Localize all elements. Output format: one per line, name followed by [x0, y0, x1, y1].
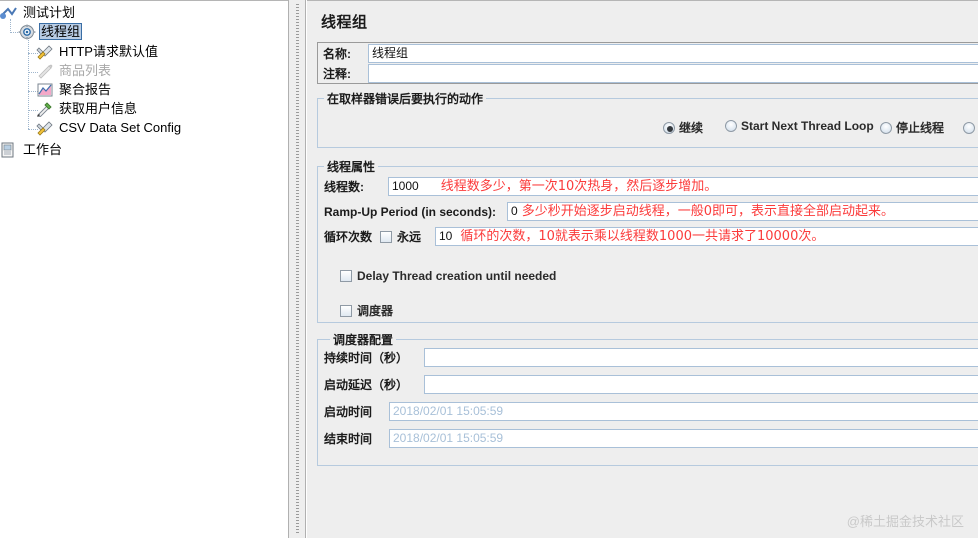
tree-item-label: HTTP请求默认值 [59, 44, 158, 59]
panel-splitter[interactable] [288, 0, 306, 538]
test-plan-icon [0, 5, 18, 21]
radio-stop-test[interactable]: 停 [963, 119, 978, 136]
thread-count-value: 1000 [392, 179, 419, 193]
end-time-label: 结束时间 [324, 432, 373, 446]
tree-item-http-defaults[interactable]: HTTP请求默认值 [36, 43, 160, 60]
tree-item-test-plan[interactable]: 测试计划 [0, 4, 77, 21]
radio-continue[interactable]: 继续 [663, 119, 703, 136]
startup-delay-input[interactable] [424, 375, 978, 394]
tree-connector [10, 19, 11, 33]
sampler-icon [36, 101, 54, 117]
radio-label: 停止线程 [896, 121, 945, 135]
comment-input[interactable] [368, 64, 978, 83]
radio-dot-icon [663, 121, 675, 134]
tree-item-label: 聚合报告 [59, 82, 112, 97]
thread-properties-legend: 线程属性 [324, 158, 379, 175]
splitter-grip [296, 4, 299, 534]
loop-count-input[interactable]: 10 循环的次数，10就表示乘以线程数1000一共请求了10000次。 [435, 227, 978, 246]
start-time-label: 启动时间 [324, 405, 373, 419]
workbench-icon [0, 142, 18, 158]
tree-item-product-list[interactable]: 商品列表 [36, 62, 113, 79]
thread-count-row: 线程数: 1000 线程数多少，第一次10次热身，然后逐步增加。 [324, 177, 978, 196]
tree-item-thread-group[interactable]: 线程组 [18, 23, 83, 40]
comment-label: 注释: [323, 67, 351, 81]
delay-thread-creation-row[interactable]: Delay Thread creation until needed [340, 269, 556, 283]
rampup-row: Ramp-Up Period (in seconds): 0 多少秒开始逐步启动… [324, 202, 978, 221]
loop-count-label: 循环次数 [324, 230, 373, 244]
name-input[interactable]: 线程组 [368, 44, 978, 63]
radio-label: 继续 [679, 121, 704, 135]
loop-count-annotation: 循环的次数，10就表示乘以线程数1000一共请求了10000次。 [460, 229, 825, 244]
scheduler-configuration-legend: 调度器配置 [330, 331, 397, 348]
end-time-row: 结束时间 2018/02/01 15:05:59 [324, 429, 978, 448]
radio-dot-icon [880, 121, 892, 134]
tree-connector [28, 37, 29, 129]
radio-dot-icon [963, 121, 975, 134]
duration-input[interactable] [424, 348, 978, 367]
rampup-input[interactable]: 0 多少秒开始逐步启动线程，一般0即可，表示直接全部启动起来。 [507, 202, 978, 221]
delay-thread-creation-label: Delay Thread creation until needed [357, 269, 557, 283]
radio-dot-icon [725, 120, 737, 132]
thread-properties-group: 线程属性 线程数: 1000 线程数多少，第一次10次热身，然后逐步增加。 Ra… [317, 158, 978, 323]
test-plan-tree-panel[interactable]: 测试计划 线程组 HTTP请求默认值 商品列表 聚合报告 获取用户信息 CSV … [0, 0, 288, 538]
name-row: 名称: 线程组 [318, 43, 978, 64]
radio-label: Start Next Thread Loop [741, 119, 874, 133]
tree-item-aggregate-report[interactable]: 聚合报告 [36, 81, 113, 98]
loop-count-row: 循环次数 永远 10 循环的次数，10就表示乘以线程数1000一共请求了1000… [324, 227, 978, 246]
duration-row: 持续时间（秒） [324, 348, 978, 367]
config-wrench-icon [36, 44, 54, 60]
name-label: 名称: [323, 47, 351, 61]
page-title: 线程组 [321, 14, 368, 31]
delay-thread-creation-checkbox[interactable] [340, 270, 352, 282]
tree-item-label: 商品列表 [59, 63, 112, 78]
tree-item-get-user-info[interactable]: 获取用户信息 [36, 100, 139, 117]
tree-item-label: CSV Data Set Config [59, 120, 182, 135]
tree-item-label: 测试计划 [23, 5, 76, 20]
loop-count-value: 10 [439, 229, 453, 243]
rampup-value: 0 [511, 204, 518, 218]
tree-item-csv-data-set-config[interactable]: CSV Data Set Config [36, 119, 183, 136]
end-time-value: 2018/02/01 15:05:59 [393, 431, 504, 445]
rampup-label: Ramp-Up Period (in seconds): [324, 204, 497, 219]
thread-count-input[interactable]: 1000 线程数多少，第一次10次热身，然后逐步增加。 [388, 177, 978, 196]
end-time-input[interactable]: 2018/02/01 15:05:59 [389, 429, 978, 448]
start-time-input[interactable]: 2018/02/01 15:05:59 [389, 402, 978, 421]
radio-stop-thread[interactable]: 停止线程 [880, 119, 944, 136]
radio-start-next-thread-loop[interactable]: Start Next Thread Loop [725, 119, 874, 133]
sampler-disabled-icon [36, 63, 54, 79]
startup-delay-row: 启动延迟（秒） [324, 375, 978, 394]
jmeter-window: 测试计划 线程组 HTTP请求默认值 商品列表 聚合报告 获取用户信息 CSV … [0, 0, 978, 538]
loop-forever-label: 永远 [397, 230, 422, 244]
tree-item-label: 工作台 [23, 142, 63, 157]
thread-group-editor-panel: 线程组 名称: 线程组 注释: 在取样器错误后要执行的动作 继续 Start N… [307, 0, 978, 538]
aggregate-report-icon [36, 82, 54, 98]
sampler-error-action-group: 在取样器错误后要执行的动作 继续 Start Next Thread Loop … [317, 90, 978, 148]
name-comment-box: 名称: 线程组 注释: [317, 42, 978, 84]
thread-count-annotation: 线程数多少，第一次10次热身，然后逐步增加。 [440, 179, 718, 194]
thread-group-icon [18, 24, 36, 40]
tree-item-label: 线程组 [39, 23, 83, 40]
start-time-row: 启动时间 2018/02/01 15:05:59 [324, 402, 978, 421]
tree-item-workbench[interactable]: 工作台 [0, 141, 64, 158]
comment-row: 注释: [318, 63, 978, 84]
duration-label: 持续时间（秒） [324, 351, 409, 365]
loop-forever-checkbox[interactable] [380, 230, 392, 243]
rampup-annotation: 多少秒开始逐步启动线程，一般0即可，表示直接全部启动起来。 [521, 204, 894, 219]
config-wrench-icon [36, 120, 54, 136]
scheduler-checkbox[interactable] [340, 304, 352, 317]
scheduler-configuration-group: 调度器配置 持续时间（秒） 启动延迟（秒） 启动时间 2018/02/01 15… [317, 331, 978, 466]
startup-delay-label: 启动延迟（秒） [324, 378, 409, 392]
tree-item-label: 获取用户信息 [59, 101, 138, 116]
watermark: @稀土掘金技术社区 [846, 514, 964, 529]
thread-count-label: 线程数: [324, 180, 364, 194]
scheduler-row[interactable]: 调度器 [340, 302, 393, 319]
scheduler-label: 调度器 [357, 304, 394, 318]
sampler-error-action-legend: 在取样器错误后要执行的动作 [324, 90, 487, 107]
start-time-value: 2018/02/01 15:05:59 [393, 404, 504, 418]
